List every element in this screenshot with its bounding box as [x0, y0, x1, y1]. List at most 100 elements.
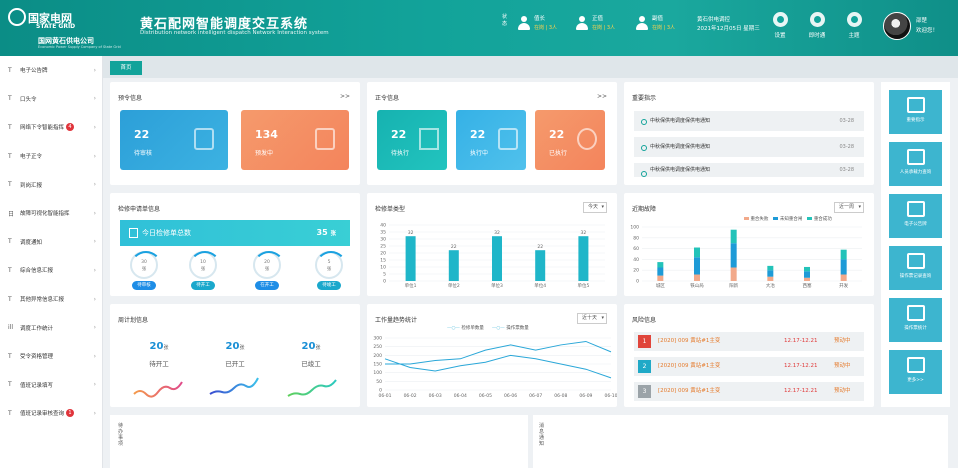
card-title: 重要指示 [632, 95, 657, 102]
sidebar-item[interactable]: T 值班记录审核查询 1 › [0, 399, 102, 428]
y-tick-label: 15 [380, 258, 386, 264]
stacked-bar-segment [767, 270, 774, 277]
sparkline [133, 381, 183, 398]
sidebar-item[interactable]: T 网络下令智能指挥 4 › [0, 113, 102, 142]
risk-item[interactable]: 2 [2020] 009 黄站#1主变 12.17-12.21 预动中 [634, 357, 864, 376]
menu-icon: T [8, 152, 12, 160]
y-tick-label: 150 [373, 362, 382, 368]
pill-to-complete[interactable]: 待竣工 [317, 281, 341, 290]
sidebar-item[interactable]: T 电子公告牌 › [0, 56, 102, 85]
pill-pending-review[interactable]: 待审核 [132, 281, 156, 290]
im-label: 即时通 [808, 33, 826, 39]
tile-to-execute[interactable]: 22 待执行 [377, 110, 447, 170]
tile-number: 22 [470, 128, 486, 141]
x-tick-label: 大冶 [766, 282, 775, 289]
announcement-text: 中秋保供电调度保供电通知 [650, 167, 711, 173]
sidebar-item-label: 值班记录填写 [20, 382, 54, 389]
person-icon [576, 15, 588, 30]
bar [405, 236, 416, 281]
quick-link-button[interactable]: 重要指示 [889, 90, 942, 134]
quick-link-button[interactable]: 更多>> [889, 350, 942, 394]
ring-pending-review: 30 张 [130, 251, 162, 279]
tile-pre-issuing[interactable]: 134 预发中 [241, 110, 349, 170]
more-link[interactable]: >> [597, 93, 607, 100]
x-tick-label: 西塞 [803, 282, 812, 289]
sidebar-item[interactable]: 日故障可视化智能指挥 › [0, 199, 102, 228]
quick-link-button[interactable]: 操作票记录查询 [889, 246, 942, 290]
tab-home[interactable]: 首页 [110, 61, 142, 75]
sidebar-item[interactable]: ill 调度工作统计 › [0, 313, 102, 342]
tile-executing[interactable]: 22 执行中 [456, 110, 526, 170]
bar [448, 250, 459, 281]
y-tick-label: 300 [373, 336, 382, 342]
stacked-bar-segment [767, 276, 774, 281]
bar-value-label: 22 [537, 244, 543, 250]
quick-link-label: 操作票统计 [904, 326, 927, 331]
menu-icon: 日 [8, 210, 15, 218]
check-circle-icon [577, 128, 597, 150]
announcement-item[interactable]: 中秋保供电调度保供电通知 03-28 [634, 163, 864, 177]
bar-value-label: 32 [494, 230, 500, 236]
avatar[interactable] [883, 12, 911, 40]
status-label: 状态 [502, 14, 508, 27]
series-line [385, 340, 612, 365]
today-label: 今日检修单总数 [142, 229, 191, 237]
theme-button[interactable]: 主题 [834, 12, 874, 39]
y-tick-label: 0 [379, 388, 382, 394]
tile-pending-review[interactable]: 22 待审核 [120, 110, 228, 170]
pill-to-start[interactable]: 待开工 [191, 281, 215, 290]
theme-label: 主题 [848, 33, 860, 39]
user-info[interactable]: 邵楚 欢迎您！ [916, 16, 938, 36]
sidebar-item[interactable]: T 到岗汇报 › [0, 170, 102, 199]
x-tick-label: 单位1 [405, 282, 417, 289]
chevron-right-icon: › [93, 238, 96, 246]
tile-label: 待执行 [391, 150, 410, 157]
pill-in-progress[interactable]: 在开工 [255, 281, 279, 290]
sparkline [287, 379, 337, 397]
sidebar-item[interactable]: T 值班记录填写 › [0, 371, 102, 400]
chevron-right-icon: › [93, 266, 96, 274]
document-icon [129, 228, 138, 238]
notification-badge: 1 [66, 409, 75, 418]
risk-name: [2020] 009 黄站#1主变 [658, 363, 721, 369]
settings-button[interactable]: 设置 [760, 12, 800, 39]
sparkline-decorations [133, 377, 337, 398]
risk-item[interactable]: 1 [2020] 009 黄站#1主变 12.17-12.21 预动中 [634, 332, 864, 351]
company-name-en: Economic Power Supply Company of State G… [38, 45, 121, 49]
stacked-bar-segment [804, 277, 810, 281]
announcement-item[interactable]: 中秋保供电调度保供电通知 03-28 [634, 137, 864, 157]
todo-label: 待办事项 [118, 423, 124, 447]
stat-value: 在岗 | 3人 [534, 25, 558, 31]
tile-label: 执行中 [470, 150, 489, 157]
ring-value: 30 [141, 260, 147, 265]
announcement-date: 03-28 [839, 118, 854, 124]
quick-link-icon [906, 357, 925, 373]
menu-icon: T [8, 66, 12, 74]
chevron-right-icon: › [93, 352, 96, 360]
y-tick-label: 60 [633, 246, 639, 252]
sidebar-item[interactable]: T 电子正令 › [0, 142, 102, 171]
tile-executed[interactable]: 22 已执行 [535, 110, 605, 170]
sidebar-item[interactable]: T 口头令 › [0, 85, 102, 114]
more-link[interactable]: >> [340, 93, 350, 100]
yuling-card: 预令信息 >> 22 待审核 134 预发中 [110, 82, 360, 185]
risk-number: 1 [638, 335, 651, 348]
sidebar-item[interactable]: T 受令资格管理 › [0, 342, 102, 371]
instant-message-button[interactable]: 即时通 [797, 12, 837, 39]
sidebar-item[interactable]: T 综合信息汇报 › [0, 256, 102, 285]
risk-item[interactable]: 3 [2020] 009 黄站#1主变 12.17-12.21 预动中 [634, 382, 864, 401]
ring-to-start: 10 张 [189, 251, 221, 279]
announcement-item[interactable]: 中秋保供电调度保供电通知 03-28 [634, 111, 864, 131]
tab-bar: 首页 [103, 56, 958, 78]
stacked-bar-segment [730, 243, 737, 268]
y-tick-label: 0 [383, 279, 386, 285]
chevron-right-icon: › [93, 209, 96, 217]
sidebar-item[interactable]: T 其他异常信息汇报 › [0, 285, 102, 314]
sidebar-item-label: 电子公告牌 [20, 68, 48, 75]
sidebar-item-label: 网络下令智能指挥 [20, 125, 65, 132]
quick-link-button[interactable]: 人员承载力查询 [889, 142, 942, 186]
quick-link-button[interactable]: 电子公告牌 [889, 194, 942, 238]
staff-stat-2: 正值 在岗 | 3人 [576, 14, 615, 31]
sidebar-item[interactable]: T 调度通知 › [0, 228, 102, 257]
quick-link-button[interactable]: 操作票统计 [889, 298, 942, 342]
